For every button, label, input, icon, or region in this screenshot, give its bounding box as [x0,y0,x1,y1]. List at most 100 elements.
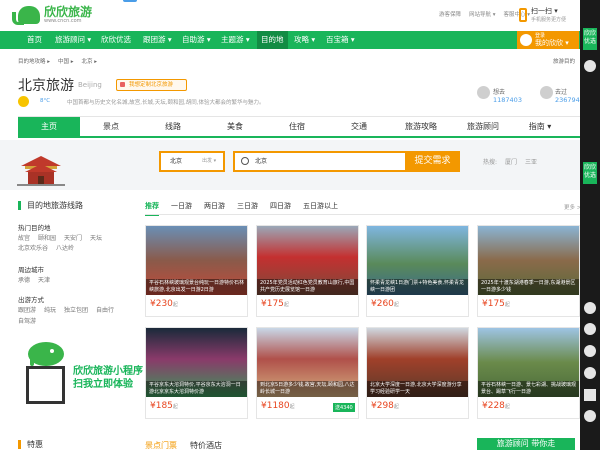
route-photo: 平谷京东大溶洞特价,平谷京东大溶洞一日游北京京东大溶洞特价游 [146,328,247,397]
route-photo: 平谷石林峡玻璃观景台纯玩一日游特价石林峡旅游,北京出发一日游2日游 [146,226,247,295]
miniprogram-promo[interactable]: 欣欣旅游小程序 扫我立即体验 [73,365,143,391]
city-description: 中国首都与历史文化名城,故宫,长城,天坛,颐和园,胡同,体验大都会的繁华与魅力。 [67,100,265,106]
link-group[interactable]: 跟团游 [18,305,36,314]
user-icon[interactable] [584,302,596,314]
route-title: 到北京5日游多少钱,故宫,天坛,颐和园,八达岭长城一日游 [257,381,358,397]
clock-icon[interactable] [584,345,596,357]
search-input[interactable]: 北京 [233,151,405,172]
tab-guide[interactable]: 旅游攻略 [390,117,452,137]
price-value: ¥298 [371,401,394,411]
route-card[interactable]: 北京大学深度一日游,北京大学深度游分享学习经验研学一天 ¥298起 [366,327,469,419]
submit-request-button[interactable]: 提交需求 [405,151,460,172]
tab-home[interactable]: 主页 [18,117,80,137]
nav-guide[interactable]: 攻略 ▾ [294,31,315,49]
link-tiananmen[interactable]: 天安门 [64,233,82,242]
toplink-sitenav[interactable]: 网站导航 ▾ [469,10,496,18]
toplink-guarantee[interactable]: 游客保障 [439,10,461,18]
departure-select[interactable]: 北京 出发 ▾ [159,151,225,172]
hot-xiamen[interactable]: 厦门 [505,157,517,166]
route-card[interactable]: 到北京5日游多少钱,故宫,天坛,颐和园,八达岭长城一日游 ¥1180起 送434… [256,327,359,419]
qrcode-icon[interactable] [584,389,596,401]
link-gugong[interactable]: 故宫 [18,233,30,242]
route-card[interactable]: 2025年十渡东湖港春季一日游,东湖港景区一日游多少钱 ¥175起 [477,225,580,317]
tab-manual[interactable]: 指南 ▾ [514,117,566,137]
nav-home[interactable]: 首页 [27,31,42,49]
route-price: ¥298起 [371,401,399,411]
city-en: Beijing [78,81,102,89]
route-price: ¥175起 [261,299,289,309]
main-nav: 首页 旅游顾问 ▾ 欣欣优选 跟团游 ▾ 自助游 ▾ 主题游 ▾ 目的地 攻略 … [0,31,600,49]
tab-hotel[interactable]: 住宿 [266,117,328,137]
more-link[interactable]: 更多 > [564,203,581,211]
link-yiheyuan[interactable]: 颐和园 [38,233,56,242]
nav-self[interactable]: 自助游 ▾ [182,31,211,49]
route-price: ¥185起 [150,401,178,411]
route-title: 平谷石林峡一日游、景七彩湖、挑战玻璃观景台、踢草飞行一日游 [478,381,579,397]
crumb-guide[interactable]: 目的地攻略 ▸ [18,57,50,65]
nav-select[interactable]: 欣欣优选 [101,31,131,49]
select-button-2[interactable]: 欣欣优选 [583,162,597,184]
qr-code [26,366,65,404]
route-title: 怀柔青龙峡1日游门票+特色美食,怀柔青龙峡一日游团 [367,279,468,295]
link-private[interactable]: 独立包团 [64,305,88,314]
login-button[interactable]: 登录 我的欣欣 ▾ [517,31,579,49]
nav-advisor[interactable]: 旅游顾问 ▾ [55,31,91,49]
nav-toolbox[interactable]: 百宝箱 ▾ [326,31,355,49]
edit-icon[interactable] [584,367,596,379]
route-card[interactable]: 2025年党员活动红色党员教育山旅行,中国共产党历史展览馆一日游 ¥175起 [256,225,359,317]
temple-illustration-icon [15,152,67,186]
price-value: ¥1180 [261,401,290,411]
advisor-banner[interactable]: 旅游顾问 带你走 [477,438,575,450]
tab-transport[interactable]: 交通 [328,117,390,137]
departure-label: 出发 ▾ [202,158,217,164]
link-chengde[interactable]: 承德 [18,275,30,284]
tab-sights[interactable]: 景点 [80,117,142,137]
tab-routes[interactable]: 线路 [142,117,204,137]
breadcrumb: 目的地攻略 ▸ 中国 ▸ 北京 ▸ [18,57,97,65]
nav-group[interactable]: 跟团游 ▾ [143,31,172,49]
crumb-china[interactable]: 中国 ▸ [58,57,74,65]
link-free[interactable]: 自由行 [96,305,114,314]
page-title: 北京旅游 [18,78,74,94]
price-unit: 起 [289,404,295,410]
select-button[interactable]: 欣欣优选 [583,28,597,50]
price-unit: 起 [393,404,399,410]
crumb-right[interactable]: 旅游目的 [553,57,575,65]
want-go-label: 想去 [493,89,506,96]
hot-dest-links-2: 北京欢乐谷 八达岭 [18,243,74,252]
nav-destination[interactable]: 目的地 [257,31,288,49]
tab-food[interactable]: 美食 [204,117,266,137]
site-logo[interactable]: 欣欣旅游 www.cncn.com [12,6,92,25]
route-title: 2025年党员活动红色党员教育山旅行,中国共产党历史展览馆一日游 [257,279,358,295]
tab-tickets[interactable]: 景点门票 [145,440,177,451]
scan-app[interactable]: 扫一扫 ▾ 手机服务更方便 [519,6,566,23]
link-selfdrive[interactable]: 自驾游 [18,316,36,325]
route-price: ¥1180起 [261,401,295,411]
nav-theme[interactable]: 主题游 ▾ [221,31,250,49]
route-card[interactable]: 平谷石林峡玻璃观景台纯玩一日游特价石林峡旅游,北京出发一日游2日游 ¥230起 [145,225,248,317]
tab-advisor[interactable]: 旅游顾问 [452,117,514,137]
heart-icon[interactable] [584,323,596,335]
want-go[interactable]: 想去 1187403 [493,87,522,104]
heart-icon [477,86,490,99]
route-card[interactable]: 平谷石林峡一日游、景七彩湖、挑战玻璃观景台、踢草飞行一日游 ¥228起 [477,327,580,419]
crumb-beijing[interactable]: 北京 ▸ [82,57,98,65]
route-card[interactable]: 平谷京东大溶洞特价,平谷京东大溶洞一日游北京京东大溶洞特价游 ¥185起 [145,327,248,419]
price-value: ¥175 [261,299,284,309]
departure-city: 北京 [170,158,183,165]
route-card[interactable]: 怀柔青龙峡1日游门票+特色美食,怀柔青龙峡一日游团 ¥260起 [366,225,469,317]
flag-icon [540,86,553,99]
tab-hotels[interactable]: 特价酒店 [190,440,222,451]
route-title: 2025年十渡东湖港春季一日游,东湖港景区一日游多少钱 [478,279,579,295]
wechat-icon[interactable] [584,60,596,72]
mode-title: 出游方式 [18,296,44,304]
link-pure[interactable]: 纯玩 [44,305,56,314]
link-badaling[interactable]: 八达岭 [56,243,74,252]
hot-sanya[interactable]: 三亚 [525,157,537,166]
custom-trip-button[interactable]: 我想定制北京旅游 [116,79,187,91]
link-tianjin[interactable]: 天津 [38,275,50,284]
back-to-top-icon[interactable] [584,410,596,422]
link-happyvalley[interactable]: 北京欢乐谷 [18,243,48,252]
link-tiantan[interactable]: 天坛 [90,233,102,242]
price-value: ¥230 [150,299,173,309]
